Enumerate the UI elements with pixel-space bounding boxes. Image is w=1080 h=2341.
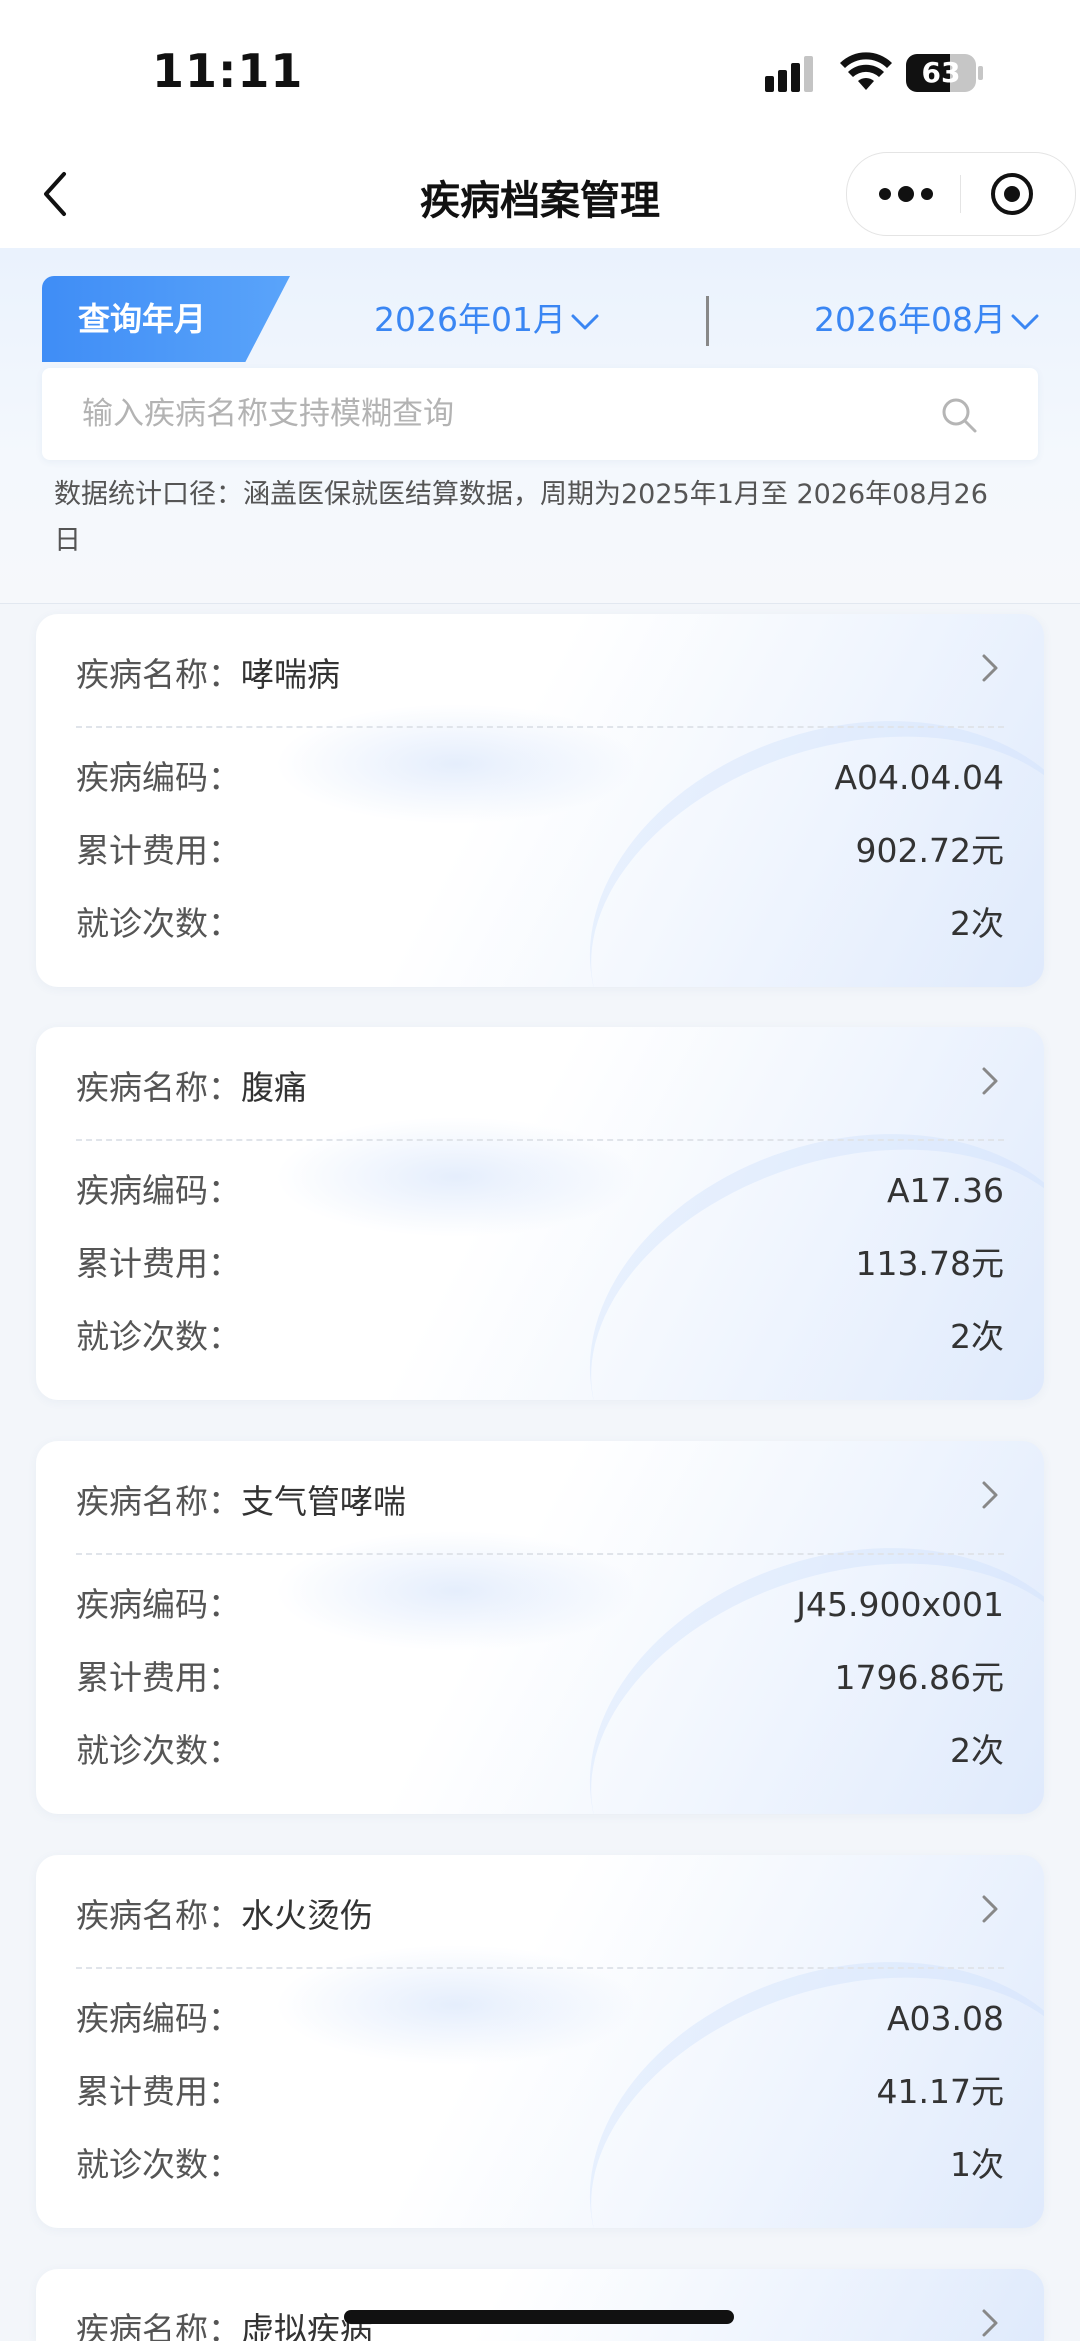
card-divider xyxy=(76,1967,1004,1969)
disease-name-label: 疾病名称： xyxy=(76,1068,241,1107)
more-icon[interactable] xyxy=(873,173,939,215)
start-date-value: 2026年01月 xyxy=(374,300,566,339)
disease-code-row: 疾病编码： A04.04.04 xyxy=(76,753,1004,803)
disease-card[interactable]: 疾病名称：虚拟疾病 xyxy=(36,2269,1044,2341)
visit-count-row: 就诊次数： 2次 xyxy=(76,1312,1004,1362)
chevron-right-icon[interactable] xyxy=(978,1477,1002,1513)
card-divider xyxy=(76,1553,1004,1555)
search-box xyxy=(42,368,1038,460)
capsule-divider xyxy=(960,175,961,213)
disease-code-row: 疾病编码： J45.900x001 xyxy=(76,1580,1004,1630)
visit-count-row: 就诊次数： 2次 xyxy=(76,899,1004,949)
disease-card[interactable]: 疾病名称：水火烫伤 疾病编码： A03.08 累计费用： 41.17元 就诊次数… xyxy=(36,1855,1044,2228)
disease-code-row: 疾病编码： A17.36 xyxy=(76,1166,1004,1216)
disease-name-label: 疾病名称： xyxy=(76,1482,241,1521)
disease-name-value: 水火烫伤 xyxy=(241,1896,373,1935)
disease-code-label: 疾病编码： xyxy=(76,758,241,797)
miniprogram-capsule xyxy=(846,152,1076,236)
total-cost-row: 累计费用： 113.78元 xyxy=(76,1239,1004,1289)
disease-name-row: 疾病名称：水火烫伤 xyxy=(76,1889,373,1937)
visit-count-value: 2次 xyxy=(950,904,1004,943)
home-indicator xyxy=(344,2310,734,2324)
status-time: 11:11 xyxy=(152,44,304,98)
total-cost-row: 累计费用： 41.17元 xyxy=(76,2067,1004,2117)
visit-count-label: 就诊次数： xyxy=(76,1317,241,1356)
visit-count-value: 1次 xyxy=(950,2145,1004,2184)
total-cost-value: 113.78元 xyxy=(855,1244,1004,1283)
total-cost-label: 累计费用： xyxy=(76,1658,241,1697)
wifi-icon xyxy=(840,52,892,90)
disease-card[interactable]: 疾病名称：腹痛 疾病编码： A17.36 累计费用： 113.78元 就诊次数：… xyxy=(36,1027,1044,1400)
end-date-value: 2026年08月 xyxy=(814,300,1006,339)
disease-name-row: 疾病名称：支气管哮喘 xyxy=(76,1475,406,1523)
chevron-down-icon xyxy=(571,314,599,329)
disease-name-value: 支气管哮喘 xyxy=(241,1482,406,1521)
disease-card[interactable]: 疾病名称：哮喘病 疾病编码： A04.04.04 累计费用： 902.72元 就… xyxy=(36,614,1044,987)
disease-name-label: 疾病名称： xyxy=(76,2310,241,2341)
disease-code-value: A04.04.04 xyxy=(834,758,1004,797)
disease-code-value: A17.36 xyxy=(886,1171,1004,1210)
stat-note: 数据统计口径：涵盖医保就医结算数据，周期为2025年1月至 2026年08月26… xyxy=(54,479,988,556)
card-divider xyxy=(76,1139,1004,1141)
total-cost-label: 累计费用： xyxy=(76,2072,241,2111)
chevron-down-icon xyxy=(1011,314,1039,329)
disease-code-label: 疾病编码： xyxy=(76,1171,241,1210)
disease-code-label: 疾病编码： xyxy=(76,1999,241,2038)
card-divider xyxy=(76,726,1004,728)
disease-name-label: 疾病名称： xyxy=(76,1896,241,1935)
visit-count-label: 就诊次数： xyxy=(76,904,241,943)
battery-level: 63 xyxy=(921,56,961,89)
disease-name-value: 哮喘病 xyxy=(241,655,340,694)
visit-count-value: 2次 xyxy=(950,1317,1004,1356)
chevron-right-icon[interactable] xyxy=(978,1063,1002,1099)
chevron-right-icon[interactable] xyxy=(978,1891,1002,1927)
chevron-right-icon[interactable] xyxy=(978,650,1002,686)
disease-card[interactable]: 疾病名称：支气管哮喘 疾病编码： J45.900x001 累计费用： 1796.… xyxy=(36,1441,1044,1814)
chevron-right-icon[interactable] xyxy=(978,2305,1002,2341)
cellular-signal-icon xyxy=(765,56,813,92)
disease-code-row: 疾病编码： A03.08 xyxy=(76,1994,1004,2044)
disease-code-label: 疾病编码： xyxy=(76,1585,241,1624)
visit-count-row: 就诊次数： 1次 xyxy=(76,2140,1004,2190)
disease-name-label: 疾病名称： xyxy=(76,655,241,694)
disease-name-row: 疾病名称：哮喘病 xyxy=(76,648,340,696)
status-bar: 11:11 63 xyxy=(0,0,1080,140)
nav-bar: 疾病档案管理 xyxy=(0,140,1080,248)
visit-count-label: 就诊次数： xyxy=(76,1731,241,1770)
total-cost-value: 41.17元 xyxy=(876,2072,1004,2111)
search-icon[interactable] xyxy=(938,394,980,436)
total-cost-label: 累计费用： xyxy=(76,1244,241,1283)
disease-name-row: 疾病名称：腹痛 xyxy=(76,1061,307,1109)
total-cost-row: 累计费用： 902.72元 xyxy=(76,826,1004,876)
filter-panel: 查询年月 2026年01月 2026年08月 数据统计口径：涵盖医保就医结算数据… xyxy=(0,248,1080,604)
disease-name-row: 疾病名称：虚拟疾病 xyxy=(76,2303,373,2341)
date-divider xyxy=(706,296,709,346)
total-cost-row: 累计费用： 1796.86元 xyxy=(76,1653,1004,1703)
disease-code-value: J45.900x001 xyxy=(796,1585,1004,1624)
visit-count-label: 就诊次数： xyxy=(76,2145,241,2184)
visit-count-row: 就诊次数： 2次 xyxy=(76,1726,1004,1776)
disease-code-value: A03.08 xyxy=(886,1999,1004,2038)
disease-name-value: 腹痛 xyxy=(241,1068,307,1107)
total-cost-value: 902.72元 xyxy=(855,831,1004,870)
search-input[interactable] xyxy=(42,368,922,460)
battery-icon: 63 xyxy=(906,54,984,92)
total-cost-label: 累计费用： xyxy=(76,831,241,870)
query-label: 查询年月 xyxy=(77,300,206,338)
end-date-picker[interactable]: 2026年08月 xyxy=(814,292,1040,348)
close-miniprogram-icon[interactable] xyxy=(987,169,1037,219)
total-cost-value: 1796.86元 xyxy=(834,1658,1004,1697)
start-date-picker[interactable]: 2026年01月 xyxy=(374,292,600,348)
visit-count-value: 2次 xyxy=(950,1731,1004,1770)
